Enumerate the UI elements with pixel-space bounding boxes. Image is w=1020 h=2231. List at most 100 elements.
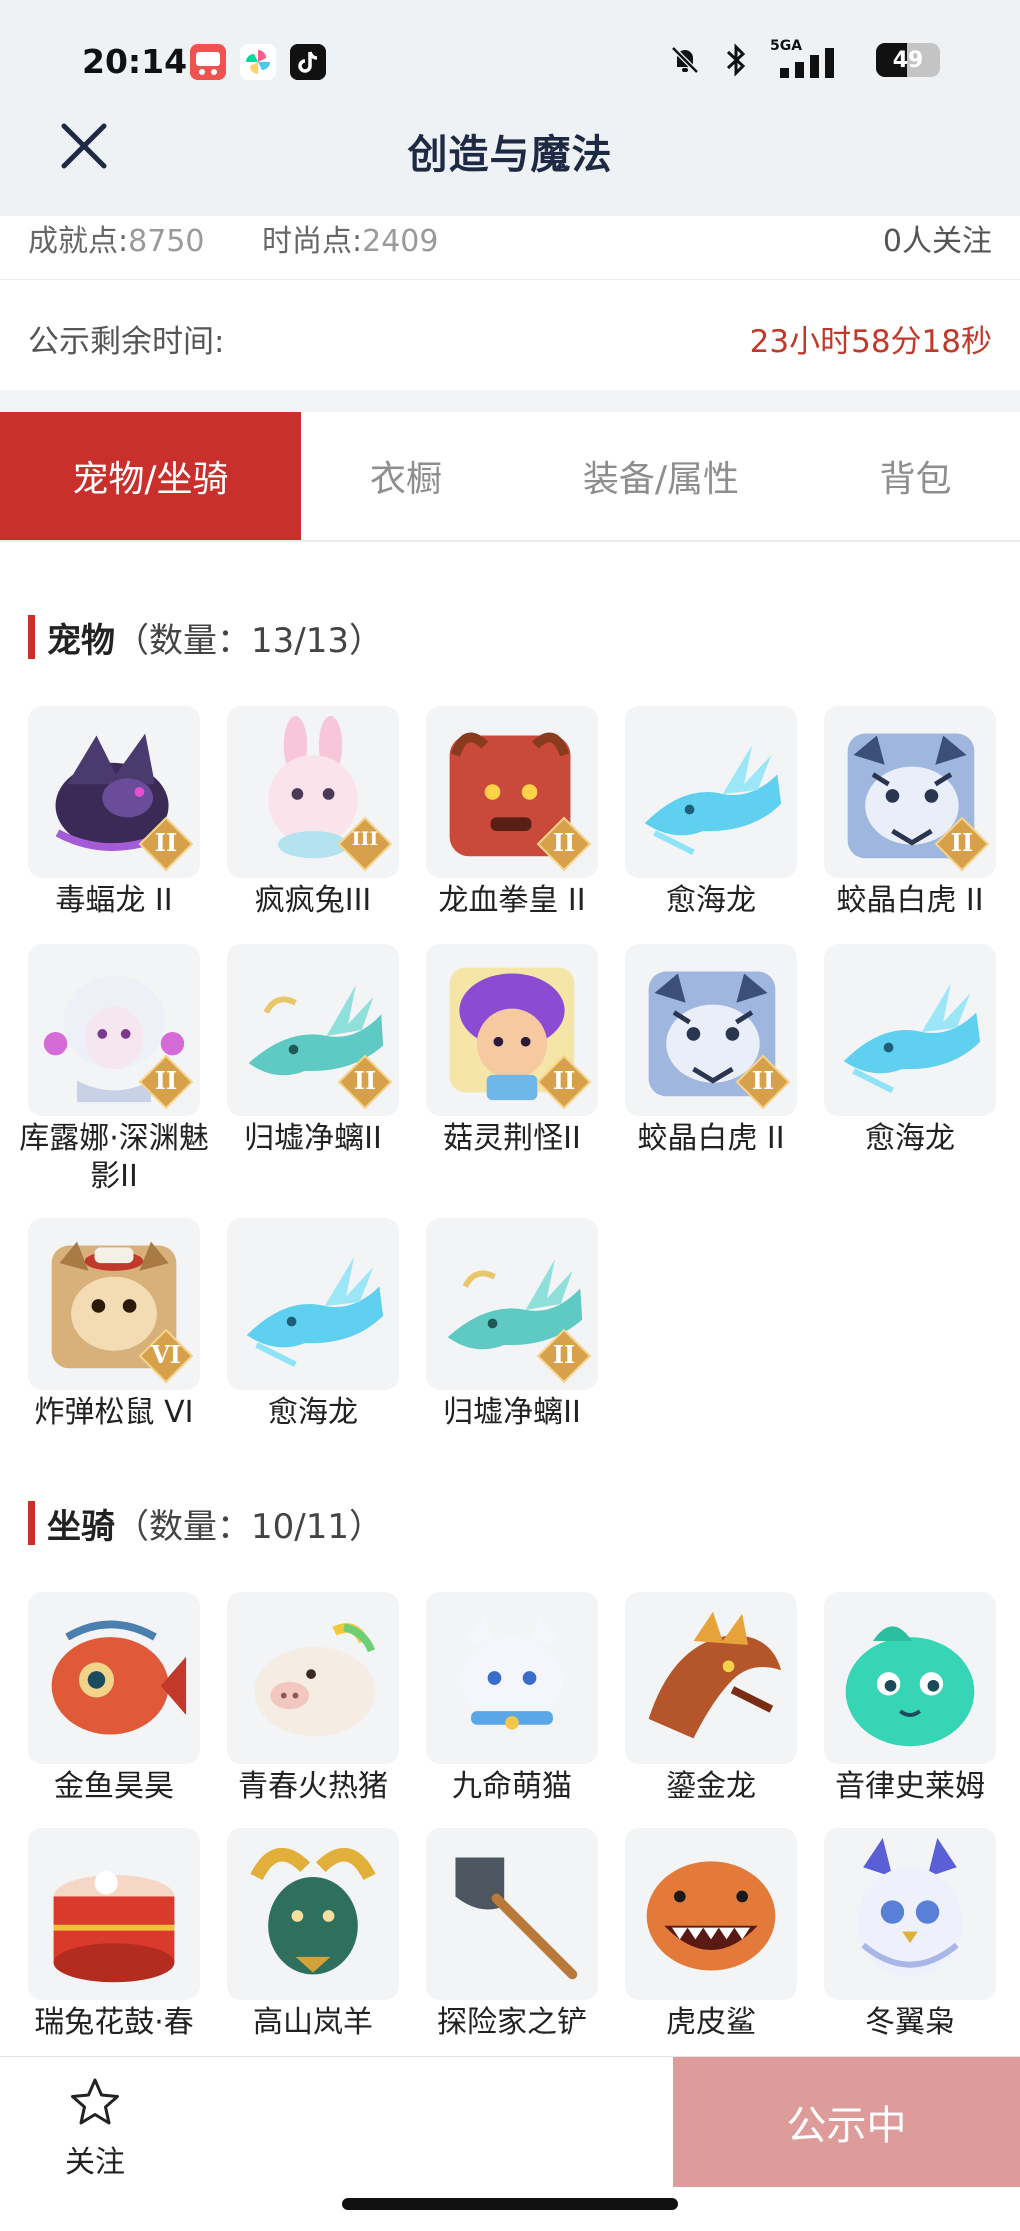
system-icons: 5GA 49 xyxy=(668,38,940,78)
item-thumbnail xyxy=(625,1828,797,2000)
battery-icon: 49 xyxy=(876,43,940,77)
favorite-button[interactable]: 关注 xyxy=(60,2075,130,2181)
mount-item[interactable]: 瑞兔花鼓·春 xyxy=(28,1828,200,2042)
pet-item[interactable]: VI 炸弹松鼠 VI xyxy=(28,1218,200,1432)
item-name: 高山岚羊 xyxy=(253,2005,373,2040)
item-thumbnail xyxy=(426,1828,598,2000)
status-time: 20:14 xyxy=(82,42,188,81)
item-thumbnail xyxy=(824,1828,996,2000)
pinwheel-app-icon xyxy=(240,44,276,80)
item-name: 瑞兔花鼓·春 xyxy=(34,2005,194,2040)
rank-badge-label: II xyxy=(353,1066,377,1095)
signal-icon: 5GA xyxy=(770,38,854,78)
tab-equipment-attributes[interactable]: 装备/属性 xyxy=(511,412,811,540)
status-bar: 20:14 5GA 49 xyxy=(0,0,1020,120)
pet-item[interactable]: II 归墟净螭II xyxy=(227,944,399,1158)
item-name: 愈海龙 xyxy=(268,1395,358,1430)
item-thumbnail: II xyxy=(426,944,598,1116)
pet-item[interactable]: III 疯疯兔III xyxy=(227,706,399,920)
mount-item[interactable]: 虎皮鲨 xyxy=(625,1828,797,2042)
achievement-points: 成就点:8750 xyxy=(28,224,205,259)
pet-item[interactable]: II 库露娜·深渊魅影II xyxy=(19,944,209,1196)
item-thumbnail xyxy=(28,1592,200,1764)
pet-item[interactable]: 愈海龙 xyxy=(824,944,996,1158)
slime-image xyxy=(845,1626,975,1747)
fashion-points: 时尚点:2409 xyxy=(262,224,439,259)
item-name: 炸弹松鼠 VI xyxy=(34,1395,194,1430)
item-name: 疯疯兔III xyxy=(254,883,372,918)
pet-item[interactable]: II 菇灵荆怪II xyxy=(426,944,598,1158)
remaining-time-value: 23小时58分18秒 xyxy=(749,324,992,360)
page-title: 创造与魔法 xyxy=(407,132,613,178)
rank-badge: II xyxy=(138,1054,194,1110)
rank-badge: II xyxy=(934,816,990,872)
item-thumbnail: II xyxy=(625,944,797,1116)
pet-item[interactable]: II 归墟净螭II xyxy=(426,1218,598,1432)
rank-badge-label: VI xyxy=(151,1340,181,1369)
item-name: 毒蝠龙 II xyxy=(55,883,173,918)
mount-item[interactable]: 冬翼枭 xyxy=(824,1828,996,2042)
home-indicator[interactable] xyxy=(342,2198,678,2210)
goat-image xyxy=(250,1847,376,1975)
item-thumbnail: II xyxy=(426,706,598,878)
rank-badge-label: II xyxy=(552,828,576,857)
shark-image xyxy=(646,1861,776,1971)
owl-image xyxy=(857,1838,963,1977)
item-name: 库露娜·深渊魅影II xyxy=(19,1121,209,1194)
section-divider xyxy=(0,390,1020,412)
rank-badge: II xyxy=(337,1054,393,1110)
item-thumbnail xyxy=(824,1592,996,1764)
sea-dragon-image xyxy=(843,983,981,1094)
bluetooth-icon xyxy=(726,43,746,77)
tab-pets-mounts[interactable]: 宠物/坐骑 xyxy=(0,412,301,540)
mounts-section-title: 坐骑 （数量：10/11） xyxy=(28,1498,383,1548)
item-thumbnail: III xyxy=(227,706,399,878)
publicizing-button[interactable]: 公示中 xyxy=(673,2057,1020,2187)
pet-item[interactable]: 愈海龙 xyxy=(625,706,797,920)
mount-item[interactable]: 九命萌猫 xyxy=(426,1592,598,1806)
star-icon xyxy=(71,2078,119,2125)
pet-item[interactable]: II 蛟晶白虎 II xyxy=(824,706,996,920)
item-thumbnail xyxy=(824,944,996,1116)
pet-item[interactable]: 愈海龙 xyxy=(227,1218,399,1432)
mount-item[interactable]: 青春火热猪 xyxy=(227,1592,399,1806)
item-name: 青春火热猪 xyxy=(238,1769,388,1804)
item-name: 蛟晶白虎 II xyxy=(836,883,984,918)
item-name: 九命萌猫 xyxy=(452,1769,572,1804)
item-name: 音律史莱姆 xyxy=(835,1769,985,1804)
item-thumbnail xyxy=(227,1828,399,2000)
mount-item[interactable]: 音律史莱姆 xyxy=(824,1592,996,1806)
pig-image xyxy=(254,1623,376,1737)
bell-off-icon xyxy=(671,46,699,74)
item-name: 蛟晶白虎 II xyxy=(637,1121,785,1156)
item-thumbnail: II xyxy=(28,944,200,1116)
battery-level: 49 xyxy=(892,47,924,73)
rank-badge: II xyxy=(536,1054,592,1110)
rank-badge-label: II xyxy=(751,1066,775,1095)
drum-image xyxy=(53,1871,175,1983)
mount-item[interactable]: 金鱼昊昊 xyxy=(28,1592,200,1806)
section-count: （数量：10/11） xyxy=(115,1506,383,1547)
pet-item[interactable]: II 毒蝠龙 II xyxy=(28,706,200,920)
rank-badge-label: II xyxy=(552,1340,576,1369)
tab-backpack[interactable]: 背包 xyxy=(811,412,1020,540)
rank-badge: II xyxy=(735,1054,791,1110)
item-name: 龙血拳皇 II xyxy=(438,883,586,918)
item-name: 金鱼昊昊 xyxy=(54,1769,174,1804)
remaining-time-row: 公示剩余时间: 23小时58分18秒 xyxy=(0,282,1020,390)
rank-badge-label: II xyxy=(154,828,178,857)
mount-item[interactable]: 鎏金龙 xyxy=(625,1592,797,1806)
rank-badge: II xyxy=(536,816,592,872)
rank-badge: III xyxy=(337,816,393,872)
mount-item[interactable]: 高山岚羊 xyxy=(227,1828,399,2042)
item-name: 愈海龙 xyxy=(865,1121,955,1156)
item-name: 鎏金龙 xyxy=(666,1769,756,1804)
tab-bar: 宠物/坐骑 衣橱 装备/属性 背包 xyxy=(0,412,1020,542)
item-name: 虎皮鲨 xyxy=(666,2005,756,2040)
pet-item[interactable]: II 蛟晶白虎 II xyxy=(625,944,797,1158)
item-thumbnail xyxy=(426,1592,598,1764)
pet-item[interactable]: II 龙血拳皇 II xyxy=(426,706,598,920)
item-thumbnail: II xyxy=(227,944,399,1116)
tab-wardrobe[interactable]: 衣橱 xyxy=(301,412,511,540)
mount-item[interactable]: 探险家之铲 xyxy=(426,1828,598,2042)
